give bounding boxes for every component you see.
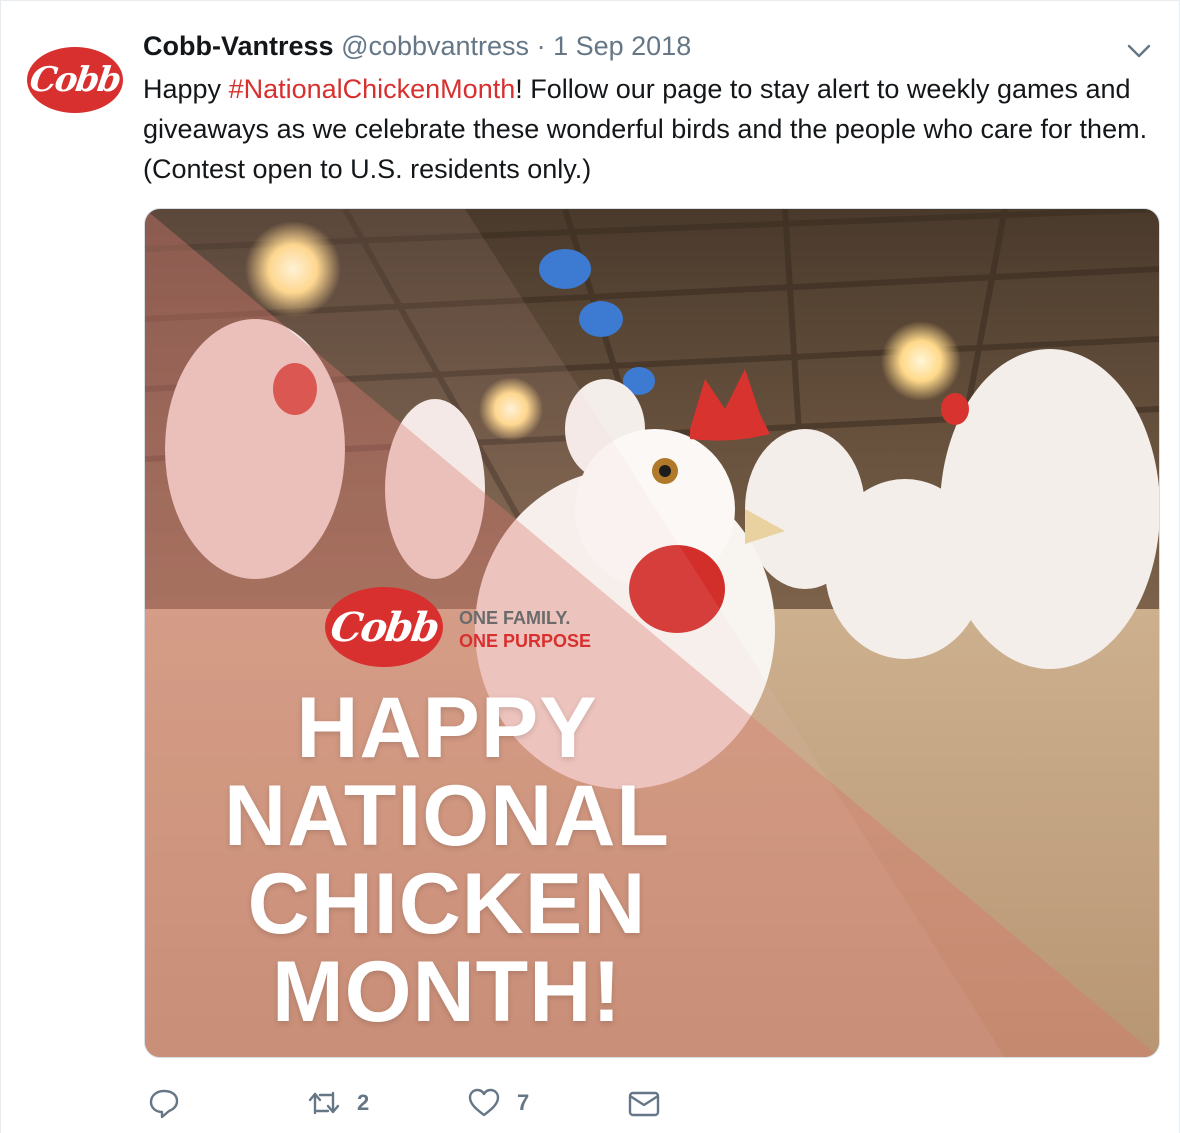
retweet-icon: [308, 1091, 340, 1115]
avatar[interactable]: Cobb: [27, 47, 123, 113]
header-separator: ·: [536, 31, 546, 61]
tweet-actions: 2 7: [1, 1079, 1180, 1127]
reply-button[interactable]: [147, 1079, 197, 1127]
headline-line-2: NATIONAL: [224, 768, 670, 864]
like-icon: [468, 1088, 500, 1117]
reply-icon: [149, 1089, 179, 1119]
tagline: ONE FAMILY. ONE PURPOSE: [459, 607, 591, 653]
headline-line-3: CHICKEN: [247, 856, 647, 952]
tweet-text: Happy #NationalChickenMonth! Follow our …: [143, 69, 1153, 189]
cobb-logo-text: Cobb: [327, 603, 441, 651]
tagline-line-1: ONE FAMILY.: [459, 608, 571, 628]
retweet-count: 2: [357, 1090, 370, 1115]
tweet-card: Cobb Cobb-Vantress @cobbvantress · 1 Sep…: [0, 0, 1180, 1133]
tweet-media-image[interactable]: Cobb ONE FAMILY. ONE PURPOSE HAPPY NATIO…: [144, 208, 1160, 1058]
author-name[interactable]: Cobb-Vantress: [143, 31, 334, 61]
headline-line-4: MONTH!: [272, 944, 622, 1040]
chevron-down-icon[interactable]: [1125, 37, 1153, 65]
retweet-button[interactable]: 2: [307, 1079, 369, 1127]
headline-line-1: HAPPY: [296, 680, 598, 776]
media-headline: HAPPY NATIONAL CHICKEN MONTH!: [145, 684, 749, 1036]
direct-message-button[interactable]: [627, 1079, 661, 1127]
cobb-logo-badge: Cobb: [325, 587, 443, 667]
tweet-header: Cobb-Vantress @cobbvantress · 1 Sep 2018: [143, 29, 691, 63]
direct-message-icon: [628, 1091, 660, 1117]
hashtag-link[interactable]: #NationalChickenMonth: [229, 74, 516, 104]
author-handle[interactable]: @cobbvantress: [341, 31, 529, 61]
like-button[interactable]: 7: [467, 1079, 529, 1127]
tweet-date[interactable]: 1 Sep 2018: [553, 31, 691, 61]
avatar-logo-text: Cobb: [27, 60, 123, 100]
tagline-line-2: ONE PURPOSE: [459, 631, 592, 651]
tweet-text-prefix: Happy: [143, 74, 229, 104]
like-count: 7: [517, 1090, 530, 1115]
